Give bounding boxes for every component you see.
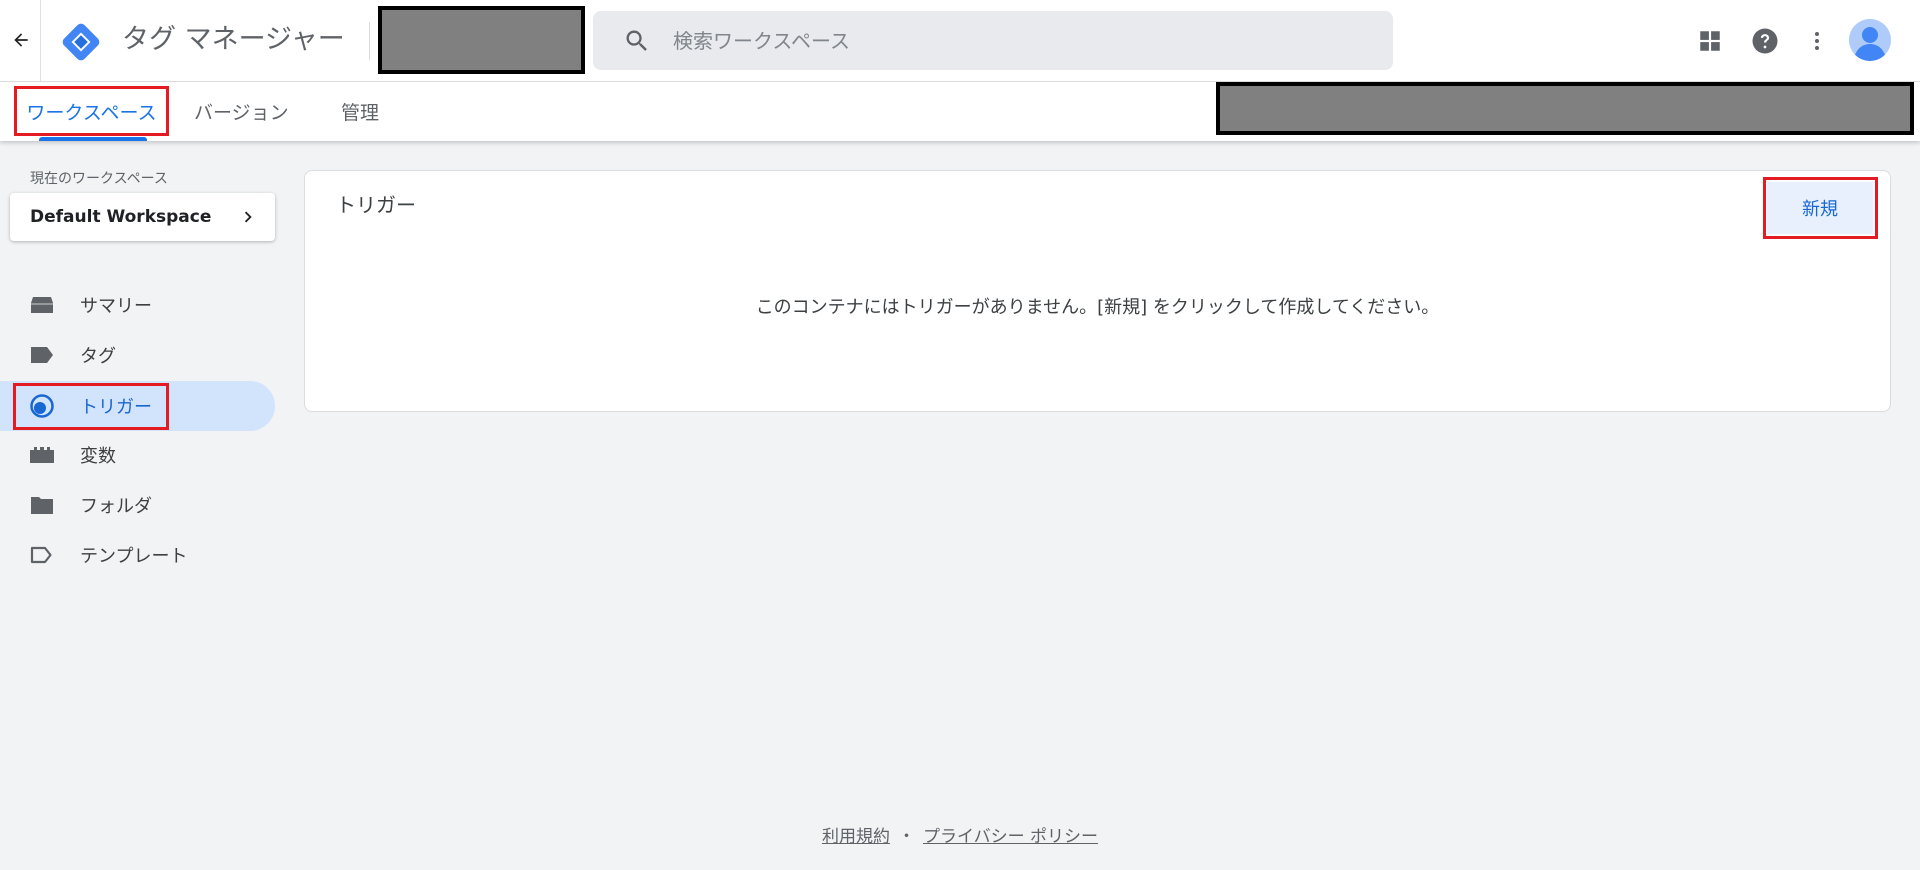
search-bar[interactable] <box>593 11 1393 70</box>
tab-admin[interactable]: 管理 <box>341 82 379 141</box>
sidebar-item-tags[interactable]: タグ <box>0 330 275 380</box>
sidebar-item-label: サマリー <box>80 296 152 317</box>
apps-grid-icon <box>1700 31 1720 51</box>
sidebar-item-label: トリガー <box>80 397 152 418</box>
variables-icon <box>29 443 55 467</box>
footer-separator: ・ <box>897 827 915 847</box>
template-icon <box>29 543 55 567</box>
more-vert-icon <box>1815 32 1819 50</box>
sidebar-item-label: タグ <box>80 346 116 367</box>
back-arrow-icon <box>14 33 28 47</box>
current-workspace-label: 現在のワークスペース <box>30 171 168 187</box>
chevron-right-icon <box>244 211 252 223</box>
workspace-selector[interactable]: Default Workspace <box>10 193 275 241</box>
sidebar-item-label: フォルダ <box>80 496 152 517</box>
privacy-policy-link[interactable]: プライバシー ポリシー <box>923 827 1098 847</box>
active-tab-indicator <box>39 137 147 141</box>
help-button[interactable] <box>1748 24 1782 58</box>
tab-versions[interactable]: バージョン <box>194 82 289 141</box>
app-title: タグ マネージャー <box>122 24 345 55</box>
trigger-icon <box>29 394 55 418</box>
tag-icon <box>29 343 55 367</box>
top-app-bar: タグ マネージャー <box>0 0 1920 82</box>
more-options-button[interactable] <box>1800 24 1834 58</box>
account-avatar-icon <box>1849 19 1891 61</box>
footer: 利用規約・プライバシー ポリシー <box>0 822 1920 847</box>
card-title: トリガー <box>336 193 416 217</box>
divider <box>40 0 41 82</box>
sidebar-item-folders[interactable]: フォルダ <box>0 480 275 530</box>
sidebar-item-label: 変数 <box>80 446 116 467</box>
divider <box>369 22 370 60</box>
new-trigger-button[interactable]: 新規 <box>1767 182 1873 234</box>
help-icon <box>1752 28 1778 54</box>
tab-workspace[interactable]: ワークスペース <box>16 82 167 141</box>
sidebar-item-triggers[interactable]: トリガー <box>0 381 275 431</box>
sidebar-item-templates[interactable]: テンプレート <box>0 530 275 580</box>
apps-button[interactable] <box>1693 24 1727 58</box>
triggers-card: トリガー 新規 このコンテナにはトリガーがありません。[新規] をクリックして作… <box>304 170 1891 412</box>
search-icon <box>626 30 647 51</box>
sidebar-item-label: テンプレート <box>80 546 188 567</box>
search-input[interactable] <box>673 28 1353 53</box>
terms-link[interactable]: 利用規約 <box>822 827 890 847</box>
back-button[interactable] <box>6 25 36 55</box>
sidebar-item-summary[interactable]: サマリー <box>0 280 275 330</box>
redacted-container-info <box>1216 82 1914 135</box>
gtm-logo-icon <box>62 23 100 61</box>
summary-icon <box>29 293 55 317</box>
empty-state-message: このコンテナにはトリガーがありません。[新規] をクリックして作成してください。 <box>755 297 1440 318</box>
folder-icon <box>29 493 55 517</box>
redacted-account-selector <box>378 6 585 74</box>
account-avatar[interactable] <box>1849 19 1891 61</box>
workspace-name: Default Workspace <box>30 207 212 227</box>
sidebar-item-variables[interactable]: 変数 <box>0 430 275 480</box>
